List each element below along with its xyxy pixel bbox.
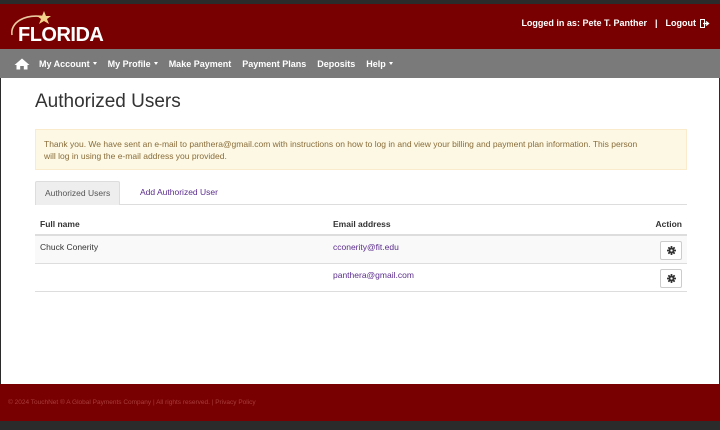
nav-make-payment[interactable]: Make Payment	[169, 59, 232, 69]
table-row: panthera@gmail.com	[35, 264, 687, 292]
logged-in-label: Logged in as: Pete T. Panther	[521, 18, 647, 28]
row-settings-button[interactable]	[660, 241, 682, 260]
logout-link[interactable]: Logout	[666, 18, 697, 28]
florida-tech-logo[interactable]: FLORIDA TECH.	[6, 9, 146, 69]
nav-label: Deposits	[317, 58, 356, 69]
header-email-address: Email address	[333, 219, 391, 229]
nav-label: Help	[366, 58, 386, 69]
tab-bar: Authorized Users Add Authorized User	[35, 181, 687, 205]
logout-icon[interactable]	[700, 18, 710, 28]
nav-deposits[interactable]: Deposits	[317, 59, 355, 69]
nav-label: My Profile	[107, 58, 151, 69]
alert-line-2: will log in using the e-mail address you…	[44, 151, 227, 161]
header-full-name: Full name	[40, 219, 80, 229]
row-settings-button[interactable]	[660, 269, 682, 288]
user-area: Logged in as: Pete T. Panther | Logout	[521, 18, 710, 28]
nav-help[interactable]: Help	[366, 59, 393, 69]
site-header: FLORIDA TECH. Logged in as: Pete T. Pant…	[0, 4, 720, 69]
table-row: Chuck Conerity cconerity@fit.edu	[35, 236, 687, 264]
alert-line-1: Thank you. We have sent an e-mail to pan…	[44, 139, 638, 149]
nav-label: My Account	[39, 58, 90, 69]
caret-down-icon	[153, 62, 158, 65]
authorized-users-table: Full name Email address Action Chuck Con…	[35, 215, 687, 292]
main-nav: My Account My Profile Make Payment Payme…	[0, 49, 720, 78]
cell-email-link[interactable]: cconerity@fit.edu	[333, 242, 399, 252]
table-header: Full name Email address Action	[35, 215, 687, 236]
main-content: Authorized Users Thank you. We have sent…	[1, 78, 719, 384]
page-title: Authorized Users	[35, 91, 181, 112]
nav-label: Payment Plans	[242, 58, 307, 69]
tab-authorized-users[interactable]: Authorized Users	[35, 181, 121, 205]
header-separator: |	[654, 18, 658, 28]
tab-add-authorized-user[interactable]: Add Authorized User	[131, 181, 227, 205]
window-bottom-edge	[0, 421, 720, 430]
caret-down-icon	[92, 62, 97, 65]
cell-full-name: Chuck Conerity	[40, 242, 99, 252]
cell-email-link[interactable]: panthera@gmail.com	[333, 270, 414, 280]
gear-icon	[666, 246, 676, 255]
nav-label: Make Payment	[168, 58, 232, 69]
nav-payment-plans[interactable]: Payment Plans	[242, 59, 306, 69]
header-action: Action	[655, 219, 682, 229]
caret-down-icon	[388, 62, 393, 65]
nav-my-profile[interactable]: My Profile	[108, 59, 158, 69]
gear-icon	[666, 274, 676, 283]
nav-my-account[interactable]: My Account	[39, 59, 97, 69]
home-icon[interactable]	[14, 58, 30, 70]
footer-copyright: © 2024 TouchNet ® A Global Payments Comp…	[8, 399, 256, 406]
success-alert: Thank you. We have sent an e-mail to pan…	[35, 129, 687, 170]
site-footer: © 2024 TouchNet ® A Global Payments Comp…	[0, 384, 720, 421]
